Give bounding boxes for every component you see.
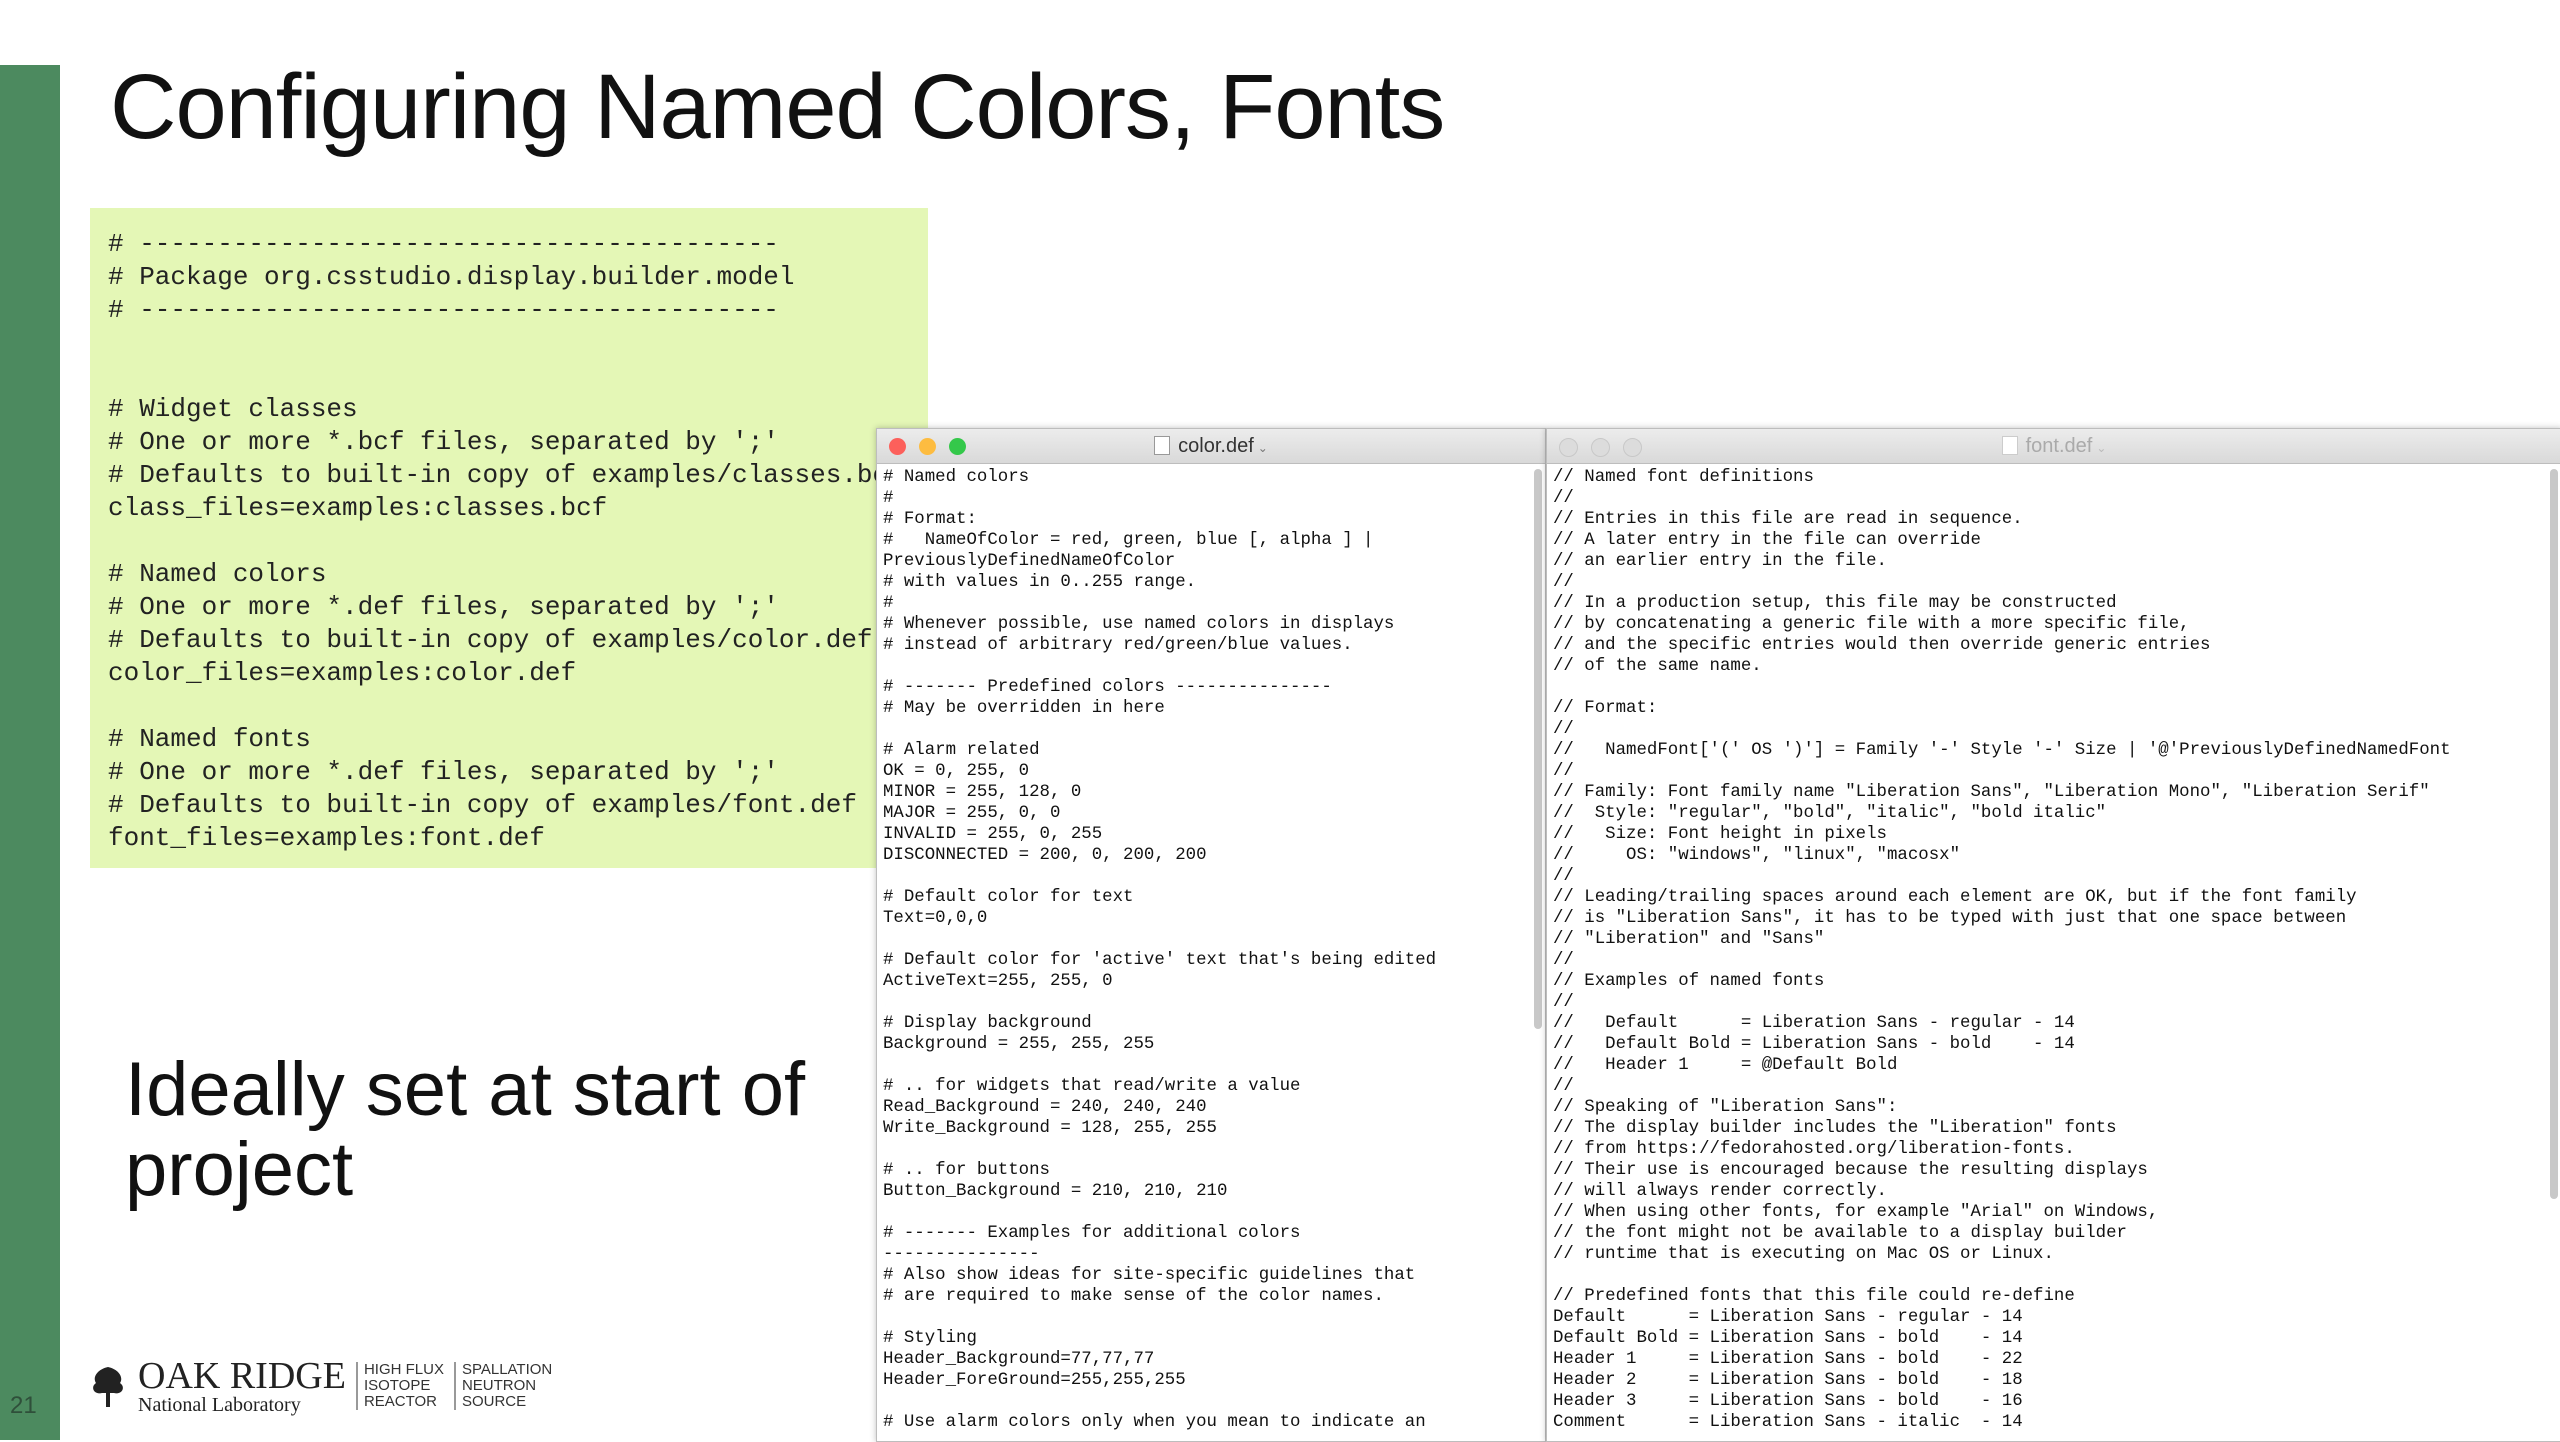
font-def-titlebar[interactable]: font.def ⌄ [1547, 429, 2560, 464]
ornl-logo: OAK RIDGE National Laboratory HIGH FLUX … [88, 1352, 552, 1420]
logo-hfir-line: HIGH FLUX [363, 1361, 444, 1378]
slide-number: 21 [10, 1392, 37, 1419]
logo-name-line1: OAK RIDGE [138, 1355, 346, 1397]
window-title: font.def ⌄ [1547, 435, 2560, 458]
chevron-down-icon[interactable]: ⌄ [2096, 441, 2106, 455]
color-def-editor[interactable]: # Named colors # # Format: # NameOfColor… [877, 465, 1529, 1441]
slide-note: Ideally set at start of project [125, 1047, 806, 1212]
vertical-scrollbar[interactable] [2550, 469, 2558, 1199]
chevron-down-icon[interactable]: ⌄ [1258, 441, 1268, 455]
config-snippet-box: # --------------------------------------… [90, 208, 928, 868]
logo-sns-line: SPALLATION [461, 1361, 553, 1378]
logo-sns: SPALLATION NEUTRON SOURCE [453, 1361, 553, 1410]
slide-sidebar-accent [0, 65, 60, 1440]
font-def-editor[interactable]: // Named font definitions // // Entries … [1547, 465, 2545, 1441]
config-snippet-text: # --------------------------------------… [108, 229, 904, 853]
color-def-titlebar[interactable]: color.def ⌄ [877, 429, 1545, 464]
window-title: color.def ⌄ [877, 435, 1545, 458]
oak-tree-icon [93, 1367, 123, 1407]
logo-name-line2: National Laboratory [138, 1394, 301, 1416]
color-def-title: color.def [1178, 435, 1254, 457]
color-def-text[interactable]: # Named colors # # Format: # NameOfColor… [877, 465, 1529, 1433]
document-icon [2001, 436, 2018, 455]
logo-sns-line: SOURCE [461, 1393, 527, 1410]
logo-hfir-line: REACTOR [363, 1393, 438, 1410]
color-def-window[interactable]: color.def ⌄ # Named colors # # Format: # … [876, 428, 1546, 1442]
slide-title: Configuring Named Colors, Fonts [110, 56, 1445, 158]
document-icon [1154, 436, 1171, 455]
font-def-text[interactable]: // Named font definitions // // Entries … [1547, 465, 2545, 1433]
logo-sns-line: NEUTRON [461, 1377, 537, 1394]
logo-hfir: HIGH FLUX ISOTOPE REACTOR [355, 1361, 444, 1410]
font-def-window[interactable]: font.def ⌄ // Named font definitions // /… [1546, 428, 2560, 1442]
font-def-title: font.def [2025, 435, 2093, 457]
logo-hfir-line: ISOTOPE [363, 1377, 431, 1394]
vertical-scrollbar[interactable] [1534, 469, 1542, 1029]
